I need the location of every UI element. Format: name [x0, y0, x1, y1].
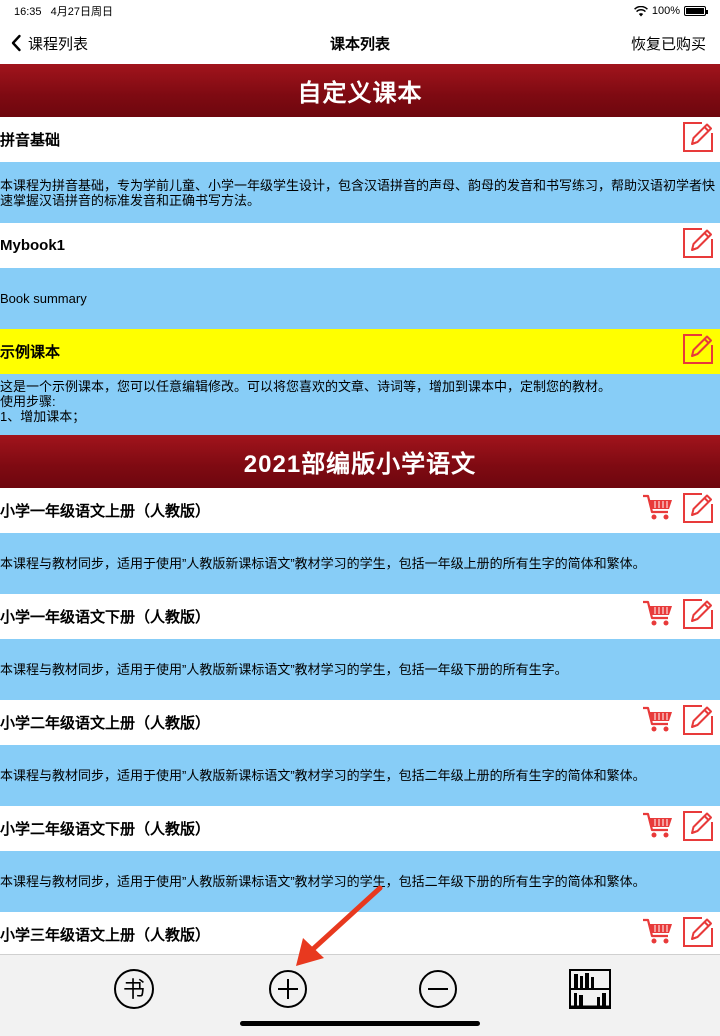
cart-icon[interactable] [642, 918, 674, 951]
book-description: 本课程与教材同步，适用于使用”人教版新课标语文”教材学习的学生，包括一年级上册的… [0, 533, 720, 594]
row-actions [680, 331, 716, 372]
status-time: 16:35 [14, 6, 42, 18]
description-text: 本课程与教材同步，适用于使用”人教版新课标语文”教材学习的学生，包括二年级上册的… [0, 768, 646, 783]
description-line: 1、增加课本； [0, 409, 86, 424]
book-title: Mybook1 [0, 237, 66, 254]
status-right: 100% [633, 5, 708, 17]
book-title: 示例课本 [0, 344, 61, 361]
book-description: 本课程与教材同步，适用于使用”人教版新课标语文”教材学习的学生，包括二年级上册的… [0, 745, 720, 806]
cart-icon[interactable] [642, 706, 674, 739]
book-description: 本课程与教材同步，适用于使用”人教版新课标语文”教材学习的学生，包括一年级下册的… [0, 639, 720, 700]
book-description: 这是一个示例课本，您可以任意编辑修改。可以将您喜欢的文章、诗词等，增加到课本中，… [0, 374, 720, 435]
description-text: 本课程与教材同步，适用于使用”人教版新课标语文”教材学习的学生，包括一年级上册的… [0, 556, 646, 571]
book-title-row[interactable]: 小学一年级语文下册（人教版） [0, 594, 720, 639]
status-bar: 16:35 4月27日周日 100% [0, 0, 720, 22]
book-list[interactable]: 自定义课本拼音基础 本课程为拼音基础，专为学前儿童、小学一年级学生设计，包含汉语… [0, 64, 720, 954]
status-left: 16:35 4月27日周日 [14, 3, 119, 19]
book-title-row[interactable]: 小学二年级语文下册（人教版） [0, 806, 720, 851]
book-title: 拼音基础 [0, 132, 61, 149]
edit-icon[interactable] [680, 225, 716, 266]
book-title-row[interactable]: 小学二年级语文上册（人教版） [0, 700, 720, 745]
book-title-row[interactable]: 小学三年级语文上册（人教版） [0, 912, 720, 954]
remove-book-button[interactable] [416, 967, 460, 1011]
section-header: 2021部编版小学语文 [0, 435, 720, 488]
edit-icon[interactable] [680, 808, 716, 849]
book-title-row[interactable]: 小学一年级语文上册（人教版） [0, 488, 720, 533]
book-title-row[interactable]: 示例课本 [0, 329, 720, 374]
edit-icon[interactable] [680, 331, 716, 372]
bookshelf-button[interactable] [568, 967, 612, 1011]
svg-text:书: 书 [123, 978, 145, 1003]
book-title: 小学二年级语文下册（人教版） [0, 821, 211, 838]
description-line: 使用步骤: [0, 394, 56, 409]
book-title: 小学二年级语文上册（人教版） [0, 715, 211, 732]
back-label: 课程列表 [28, 35, 89, 53]
description-text: 本课程与教材同步，适用于使用”人教版新课标语文”教材学习的学生，包括二年级下册的… [0, 874, 646, 889]
minus-circle-icon [419, 970, 457, 1008]
back-button[interactable]: 课程列表 [10, 33, 88, 54]
cart-icon[interactable] [642, 600, 674, 633]
row-actions [642, 490, 716, 531]
edit-icon[interactable] [680, 490, 716, 531]
book-title: 小学一年级语文下册（人教版） [0, 609, 211, 626]
edit-icon[interactable] [680, 702, 716, 743]
row-actions [642, 808, 716, 849]
row-actions [642, 702, 716, 743]
description-text: 本课程为拼音基础，专为学前儿童、小学一年级学生设计，包含汉语拼音的声母、韵母的发… [0, 177, 716, 208]
cart-icon[interactable] [642, 494, 674, 527]
row-actions [642, 914, 716, 954]
book-title-row[interactable]: Mybook1 [0, 223, 720, 268]
edit-icon[interactable] [680, 596, 716, 637]
page-title: 课本列表 [329, 35, 390, 53]
nav-bar: 课程列表 课本列表 恢复已购买 [0, 22, 720, 64]
battery-icon [684, 6, 708, 16]
book-title-row[interactable]: 拼音基础 [0, 117, 720, 162]
section-header: 自定义课本 [0, 64, 720, 117]
edit-icon[interactable] [680, 119, 716, 160]
wifi-icon [633, 5, 648, 16]
book-description: 本课程与教材同步，适用于使用”人教版新课标语文”教材学习的学生，包括二年级下册的… [0, 851, 720, 912]
row-actions [680, 225, 716, 266]
book-description: Book summary [0, 268, 720, 329]
book-title: 小学一年级语文上册（人教版） [0, 503, 211, 520]
description-text: 本课程与教材同步，适用于使用”人教版新课标语文”教材学习的学生，包括一年级下册的… [0, 662, 568, 677]
row-actions [642, 596, 716, 637]
chevron-left-icon [11, 34, 21, 52]
books-tab[interactable]: 书 [112, 967, 156, 1011]
bookshelf-icon [569, 969, 611, 1009]
description-text: Book summary [0, 291, 87, 306]
row-actions [680, 119, 716, 160]
description-line: 这是一个示例课本，您可以任意编辑修改。可以将您喜欢的文章、诗词等，增加到课本中，… [0, 379, 612, 394]
add-book-button[interactable] [266, 967, 310, 1011]
battery-percent: 100% [651, 5, 680, 17]
status-date: 4月27日周日 [50, 6, 113, 18]
home-indicator [240, 1021, 480, 1026]
restore-purchases-button[interactable]: 恢复已购买 [631, 33, 706, 54]
book-title: 小学三年级语文上册（人教版） [0, 927, 211, 944]
book-description: 本课程为拼音基础，专为学前儿童、小学一年级学生设计，包含汉语拼音的声母、韵母的发… [0, 162, 720, 223]
plus-circle-icon [269, 970, 307, 1008]
book-circle-icon: 书 [114, 969, 154, 1009]
edit-icon[interactable] [680, 914, 716, 954]
cart-icon[interactable] [642, 812, 674, 845]
